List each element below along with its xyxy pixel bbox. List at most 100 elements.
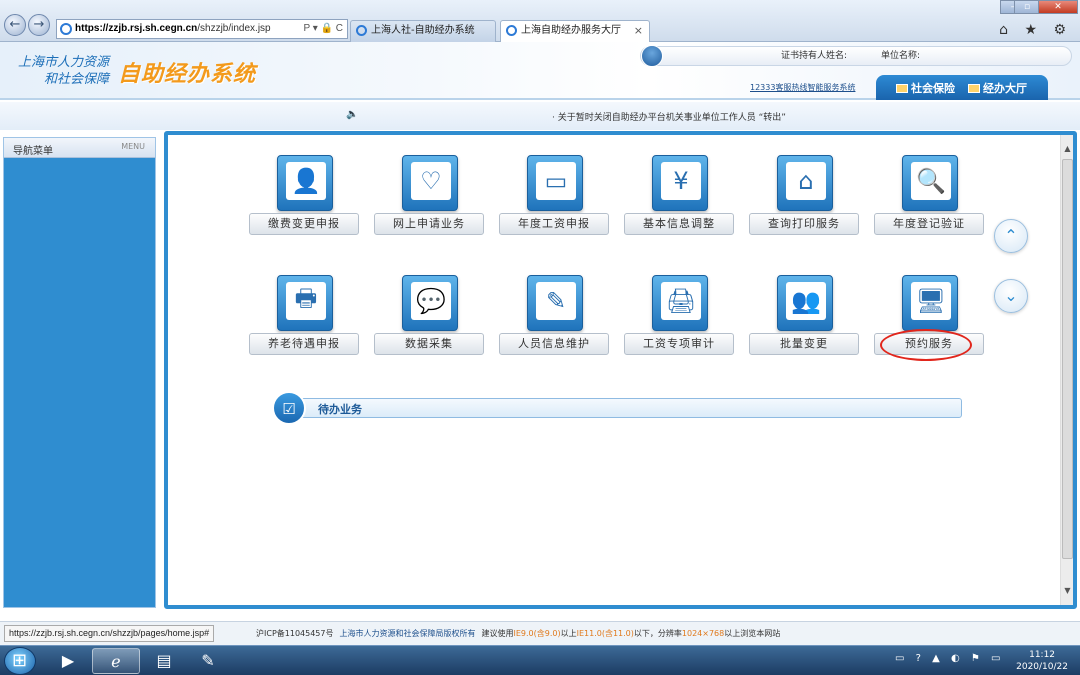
heart-hand-icon: ♡ bbox=[411, 162, 451, 200]
house-icon: ⌂ bbox=[786, 162, 826, 200]
document-search-icon: 🔍 bbox=[911, 162, 951, 200]
tile-label: 缴费变更申报 bbox=[249, 213, 359, 235]
hall-icon bbox=[968, 84, 980, 93]
start-button[interactable] bbox=[4, 647, 36, 675]
speaker-icon: 🔈 bbox=[346, 109, 359, 120]
pending-bar bbox=[290, 398, 962, 418]
tab-label: 上海自助经办服务大厅 bbox=[521, 25, 621, 36]
tile-label: 网上申请业务 bbox=[374, 213, 484, 235]
cert-holder-label: 证书持有人姓名: bbox=[781, 51, 848, 61]
address-path: /shzzjb/index.jsp bbox=[197, 23, 271, 34]
user-avatar-icon bbox=[641, 45, 663, 67]
tile-label: 数据采集 bbox=[374, 333, 484, 355]
yen-document-icon: ¥ bbox=[661, 162, 701, 200]
ie-icon bbox=[356, 25, 367, 36]
close-window-button[interactable]: ✕ bbox=[1038, 0, 1078, 14]
service-tile-query-print[interactable]: ⌂ 查询打印服务 bbox=[749, 155, 859, 245]
scroll-down-arrow-icon[interactable]: ▼ bbox=[1062, 585, 1073, 597]
screen: ← → https://zzjb.rsj.sh.cegn.cn/shzzjb/i… bbox=[0, 0, 1080, 675]
person-coins-icon: 👤 bbox=[286, 162, 326, 200]
paint-icon[interactable]: ✎ bbox=[184, 648, 232, 674]
icp-number: 沪ICP备11045457号 bbox=[256, 629, 334, 638]
browser-tab-2[interactable]: 上海自助经办服务大厅 × bbox=[500, 20, 650, 42]
forward-button[interactable]: → bbox=[28, 14, 50, 36]
service-tile-annual-wage[interactable]: ▭ 年度工资申报 bbox=[499, 155, 609, 245]
sidebar-header: 导航菜单 MENU bbox=[4, 138, 155, 158]
user-info-bar: 证书持有人姓名: 单位名称: bbox=[640, 45, 1072, 67]
notice-bar: 🔈 · 关于暂时关闭自助经办平台机关事业单位工作人员 “转出” bbox=[0, 102, 1080, 130]
browser-right-icons[interactable]: ⌂ ★ ⚙ bbox=[999, 22, 1072, 38]
tile-icon-frame: 👤 bbox=[277, 155, 333, 211]
chat-bubble-icon: 💬 bbox=[411, 282, 451, 320]
service-tile-payment-change[interactable]: 👤 缴费变更申报 bbox=[249, 155, 359, 245]
tile-icon-frame: 🖨 bbox=[652, 275, 708, 331]
address-tools[interactable]: P ▾ 🔒 C bbox=[303, 20, 343, 38]
sidebar-title: 导航菜单 bbox=[13, 146, 53, 157]
sidebar-menu-label: MENU bbox=[121, 142, 145, 151]
service-tile-annual-registration[interactable]: 🔍 年度登记验证 bbox=[874, 155, 984, 245]
browser-rec-prefix: 建议使用 bbox=[481, 629, 514, 638]
tab-label: 上海人社-自助经办系统 bbox=[371, 25, 475, 36]
tile-icon-frame: ▭ bbox=[527, 155, 583, 211]
tile-icon-frame: 🖥 bbox=[902, 275, 958, 331]
scroll-down-button[interactable]: ⌄ bbox=[994, 279, 1028, 313]
browser-rec-suffix: 以上浏览本网站 bbox=[724, 629, 781, 638]
checklist-icon: ☑ bbox=[272, 391, 306, 425]
service-tile-pension[interactable]: 🖶 养老待遇申报 bbox=[249, 275, 359, 365]
maximize-button[interactable]: ▫ bbox=[1014, 0, 1040, 14]
media-player-icon[interactable]: ▶ bbox=[44, 648, 92, 674]
vertical-scrollbar[interactable]: ▲ ▼ bbox=[1060, 135, 1073, 605]
site-header: 上海市人力资源 和社会保障 自助经办系统 证书持有人姓名: 单位名称: 1233… bbox=[0, 42, 1080, 100]
service-tile-batch-change[interactable]: 👥 批量变更 bbox=[749, 275, 859, 365]
tab-service-hall[interactable]: 经办大厅 bbox=[968, 80, 1027, 96]
status-url: https://zzjb.rsj.sh.cegn.cn/shzzjb/pages… bbox=[4, 625, 215, 642]
service-tile-online-application[interactable]: ♡ 网上申请业务 bbox=[374, 155, 484, 245]
unit-name-label: 单位名称: bbox=[881, 51, 921, 61]
tile-icon-frame: 🖶 bbox=[277, 275, 333, 331]
tile-label: 年度工资申报 bbox=[499, 213, 609, 235]
service-tile-basic-info[interactable]: ¥ 基本信息调整 bbox=[624, 155, 734, 245]
scroll-up-button[interactable]: ⌃ bbox=[994, 219, 1028, 253]
copyright-org: 上海市人力资源和社会保障局版权所有 bbox=[339, 629, 476, 638]
close-tab-icon[interactable]: × bbox=[634, 21, 643, 41]
tile-label: 基本信息调整 bbox=[624, 213, 734, 235]
tile-icon-frame: 👥 bbox=[777, 275, 833, 331]
explorer-folder-icon[interactable]: ▤ bbox=[140, 648, 188, 674]
monitor-icon: ▭ bbox=[536, 162, 576, 200]
browser-rec-ie11: IE11.0(含11.0) bbox=[576, 629, 634, 638]
tile-label: 查询打印服务 bbox=[749, 213, 859, 235]
tile-icon-frame: ♡ bbox=[402, 155, 458, 211]
service-tile-personnel-info[interactable]: ✎ 人员信息维护 bbox=[499, 275, 609, 365]
scroll-up-arrow-icon[interactable]: ▲ bbox=[1062, 143, 1073, 155]
tab-label: 经办大厅 bbox=[983, 82, 1027, 95]
pending-tasks[interactable]: ☑ 待办业务 bbox=[272, 391, 962, 425]
hotline-link[interactable]: 12333客服热线智能服务系统 bbox=[750, 82, 855, 93]
clock-date: 2020/10/22 bbox=[1016, 662, 1068, 672]
browser-tab-1[interactable]: 上海人社-自助经办系统 bbox=[350, 20, 496, 42]
service-tile-wage-audit[interactable]: 🖨 工资专项审计 bbox=[624, 275, 734, 365]
tile-icon-frame: 💬 bbox=[402, 275, 458, 331]
address-domain: https://zzjb.rsj.sh.cegn.cn bbox=[75, 23, 198, 34]
logo-line2: 和社会保障 bbox=[44, 72, 110, 87]
ie-taskbar-icon[interactable]: ℯ bbox=[92, 648, 140, 674]
system-tray[interactable]: ▭ ? ▲ ◐ ⚑ ▭ bbox=[895, 653, 1004, 664]
taskbar-clock[interactable]: 11:12 2020/10/22 bbox=[1016, 649, 1068, 673]
tab-social-insurance[interactable]: 社会保险 bbox=[896, 80, 955, 96]
status-bar: https://zzjb.rsj.sh.cegn.cn/shzzjb/pages… bbox=[0, 621, 1080, 645]
back-button[interactable]: ← bbox=[4, 14, 26, 36]
ie-icon bbox=[60, 23, 72, 35]
tile-label: 人员信息维护 bbox=[499, 333, 609, 355]
notice-text[interactable]: · 关于暂时关闭自助经办平台机关事业单位工作人员 “转出” bbox=[552, 110, 786, 123]
scroll-thumb[interactable] bbox=[1062, 159, 1073, 559]
address-bar[interactable]: https://zzjb.rsj.sh.cegn.cn/shzzjb/index… bbox=[56, 19, 348, 39]
browser-rec-mid2: 以下，分辨率 bbox=[633, 629, 682, 638]
browser-rec-resolution: 1024×768 bbox=[681, 629, 725, 638]
logo-title: 自助经办系统 bbox=[118, 62, 257, 87]
printer-icon: 🖨 bbox=[661, 282, 701, 320]
nav-sidebar: 导航菜单 MENU bbox=[3, 137, 156, 608]
tile-icon-frame: ✎ bbox=[527, 275, 583, 331]
ie-icon bbox=[506, 25, 517, 36]
meeting-icon: 👥 bbox=[786, 282, 826, 320]
service-tile-data-collection[interactable]: 💬 数据采集 bbox=[374, 275, 484, 365]
top-nav-tabs: 社会保险 经办大厅 bbox=[876, 75, 1048, 100]
